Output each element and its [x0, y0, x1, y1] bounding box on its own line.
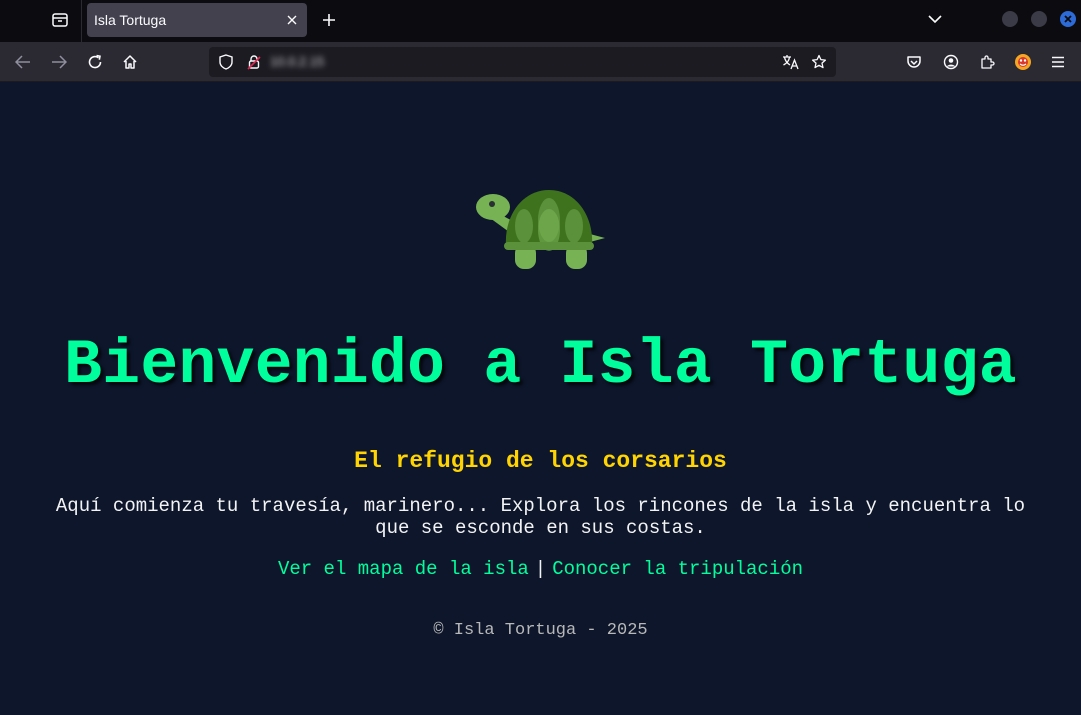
reload-icon[interactable]: [84, 51, 106, 73]
maximize-window-button[interactable]: [1031, 11, 1047, 27]
page-subtitle: El refugio de los corsarios: [354, 448, 727, 474]
translate-icon[interactable]: [782, 53, 800, 71]
tab-strip: Isla Tortuga: [0, 0, 1081, 42]
url-bar[interactable]: 10.0.2.15: [209, 47, 836, 77]
tab-separator: [81, 0, 82, 42]
close-window-icon: [1064, 15, 1072, 23]
link-separator: |: [534, 558, 547, 580]
turtle-icon: [476, 190, 605, 269]
url-text[interactable]: 10.0.2.15: [270, 54, 324, 69]
minimize-window-button[interactable]: [1002, 11, 1018, 27]
hamburger-menu-icon[interactable]: [1047, 51, 1069, 73]
star-icon[interactable]: [810, 53, 828, 71]
close-window-button[interactable]: [1060, 11, 1076, 27]
close-icon[interactable]: [283, 11, 301, 29]
tab-list-icon[interactable]: [47, 8, 73, 32]
plus-icon[interactable]: [318, 9, 340, 31]
navigation-toolbar: 10.0.2.15: [0, 42, 1081, 82]
shield-icon[interactable]: [217, 53, 235, 71]
crew-link[interactable]: Conocer la tripulación: [552, 558, 803, 580]
intro-text: Aquí comienza tu travesía, marinero... E…: [55, 495, 1026, 539]
link-row: Ver el mapa de la isla | Conocer la tripul…: [0, 558, 1081, 580]
page-content: Bienvenido a Isla Tortuga El refugio de …: [0, 83, 1081, 715]
tab-title: Isla Tortuga: [94, 12, 167, 28]
chevron-down-icon[interactable]: [925, 9, 945, 29]
footer-copyright: © Isla Tortuga - 2025: [433, 621, 648, 640]
back-arrow-icon[interactable]: [12, 51, 34, 73]
pocket-icon[interactable]: [903, 51, 925, 73]
tab-active[interactable]: Isla Tortuga: [87, 3, 307, 37]
home-icon[interactable]: [119, 51, 141, 73]
island-map-link[interactable]: Ver el mapa de la isla: [278, 558, 529, 580]
forward-arrow-icon[interactable]: [48, 51, 70, 73]
page-title: Bienvenido a Isla Tortuga: [64, 330, 1017, 401]
extension-avatar-icon[interactable]: [1012, 51, 1034, 73]
account-icon[interactable]: [940, 51, 962, 73]
lock-icon[interactable]: [245, 53, 263, 71]
puzzle-icon[interactable]: [976, 51, 998, 73]
